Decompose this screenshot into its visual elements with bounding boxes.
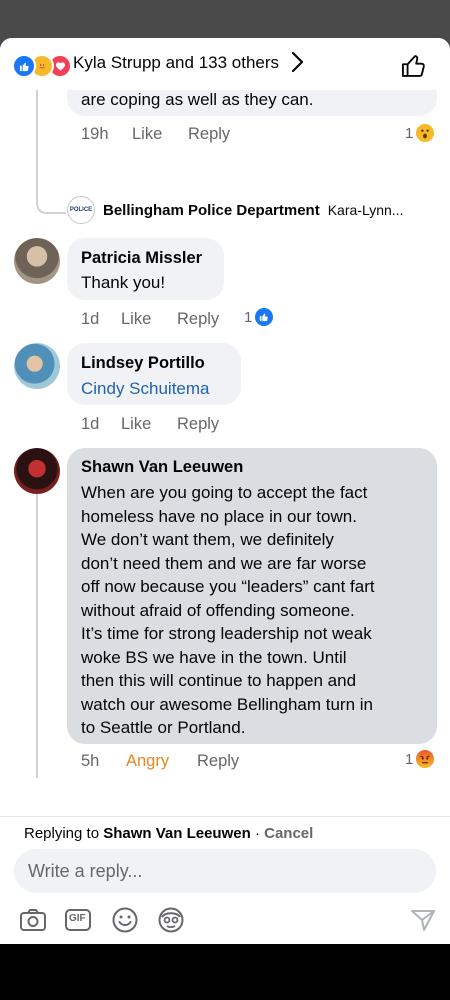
gif-label: GIF — [69, 913, 86, 924]
composer-toolbar: GIF — [0, 905, 450, 939]
comment-time: 19h — [81, 125, 109, 143]
reply-button[interactable]: Reply — [197, 752, 239, 771]
reply-author[interactable]: Bellingham Police Department — [103, 202, 320, 219]
avatar[interactable] — [14, 448, 60, 494]
mentioned-user-link[interactable]: Cindy Schuitema — [81, 377, 210, 401]
comment-line: It’s time for strong leadership not weak — [81, 624, 372, 643]
comment-text: Thank you! — [81, 273, 166, 292]
send-icon[interactable] — [408, 905, 438, 935]
avatar[interactable] — [14, 238, 60, 284]
like-icon — [12, 54, 36, 78]
comment-line: We don’t want them, we definitely — [81, 530, 334, 549]
reply-composer: Replying to Shawn Van Leeuwen · Cancel G… — [0, 816, 450, 944]
reply-button[interactable]: Reply — [177, 415, 219, 434]
replying-to-label: Replying to Shawn Van Leeuwen · Cancel — [24, 825, 313, 842]
comment-author[interactable]: Lindsey Portillo — [81, 354, 205, 373]
reaction-count[interactable]: 1 — [405, 124, 435, 142]
reaction-count-value: 1 — [405, 750, 414, 768]
reply-preview[interactable]: POLICE Bellingham Police Department Kara… — [67, 196, 403, 224]
comment-text-partial: are coping as well as they can. — [81, 90, 314, 109]
comment-line: watch our awesome Bellingham turn in — [81, 694, 373, 714]
reaction-count[interactable]: 1 — [244, 308, 274, 326]
reply-button[interactable]: Reply — [177, 310, 219, 329]
wow-icon — [416, 124, 435, 142]
comment-time: 1d — [81, 310, 100, 328]
comment-line: When are you going to accept the fact — [81, 483, 368, 502]
comment-author[interactable]: Shawn Van Leeuwen — [81, 458, 243, 477]
reaction-count-value: 1 — [405, 124, 414, 142]
badge-text: POLICE — [69, 207, 93, 213]
reaction-icons — [12, 54, 72, 78]
comments-sheet: Kyla Strupp and 133 others are coping as… — [0, 38, 450, 944]
status-bar — [0, 0, 450, 38]
police-badge-avatar: POLICE — [67, 196, 95, 224]
comment-line: to Seattle or Portland. — [81, 718, 246, 737]
reactions-summary[interactable]: Kyla Strupp and 133 others — [73, 53, 279, 73]
reaction-count[interactable]: 1 — [405, 750, 435, 768]
gif-icon[interactable]: GIF — [63, 905, 93, 935]
reply-snippet: Kara-Lynn... — [327, 202, 404, 218]
avatar-sticker-icon[interactable] — [156, 905, 186, 935]
comment-time: 5h — [81, 752, 100, 770]
replying-prefix: Replying to — [24, 825, 100, 842]
comment-line: off now because you “leaders” cant fart — [81, 577, 375, 596]
replying-target-name: Shawn Van Leeuwen — [103, 825, 251, 842]
chevron-right-icon[interactable] — [290, 51, 304, 79]
like-button[interactable]: Like — [121, 415, 151, 434]
reaction-count-value: 1 — [244, 308, 253, 326]
comment-author[interactable]: Patricia Missler — [81, 249, 202, 268]
thumbs-up-outline-icon[interactable] — [400, 52, 428, 80]
angry-icon — [416, 750, 435, 768]
comment-text: When are you going to accept the fact ho… — [81, 481, 375, 740]
reactions-header[interactable]: Kyla Strupp and 133 others — [0, 38, 450, 90]
avatar[interactable] — [14, 343, 60, 389]
thread-elbow — [36, 190, 66, 214]
angry-reaction-button[interactable]: Angry — [126, 752, 169, 771]
thread-line — [36, 458, 38, 778]
system-nav-bar — [0, 944, 450, 1000]
emoji-icon[interactable] — [110, 905, 140, 935]
reply-button[interactable]: Reply — [188, 125, 230, 144]
reply-input[interactable] — [14, 849, 436, 893]
like-icon — [255, 308, 274, 326]
like-button[interactable]: Like — [132, 125, 162, 144]
comment-line: without afraid of offending someone. — [81, 600, 355, 620]
cancel-reply-button[interactable]: Cancel — [264, 825, 313, 842]
camera-icon[interactable] — [18, 905, 48, 935]
comment-time: 1d — [81, 415, 100, 433]
separator: · — [254, 825, 260, 842]
comment-line: then this will continue to happen and — [81, 671, 357, 690]
comment-line: woke BS we have in the town. Until — [81, 647, 347, 667]
like-button[interactable]: Like — [121, 310, 151, 329]
comment-line: homeless have no place in our town. — [81, 506, 357, 526]
comment-line: don’t need them and we are far worse — [81, 553, 367, 573]
